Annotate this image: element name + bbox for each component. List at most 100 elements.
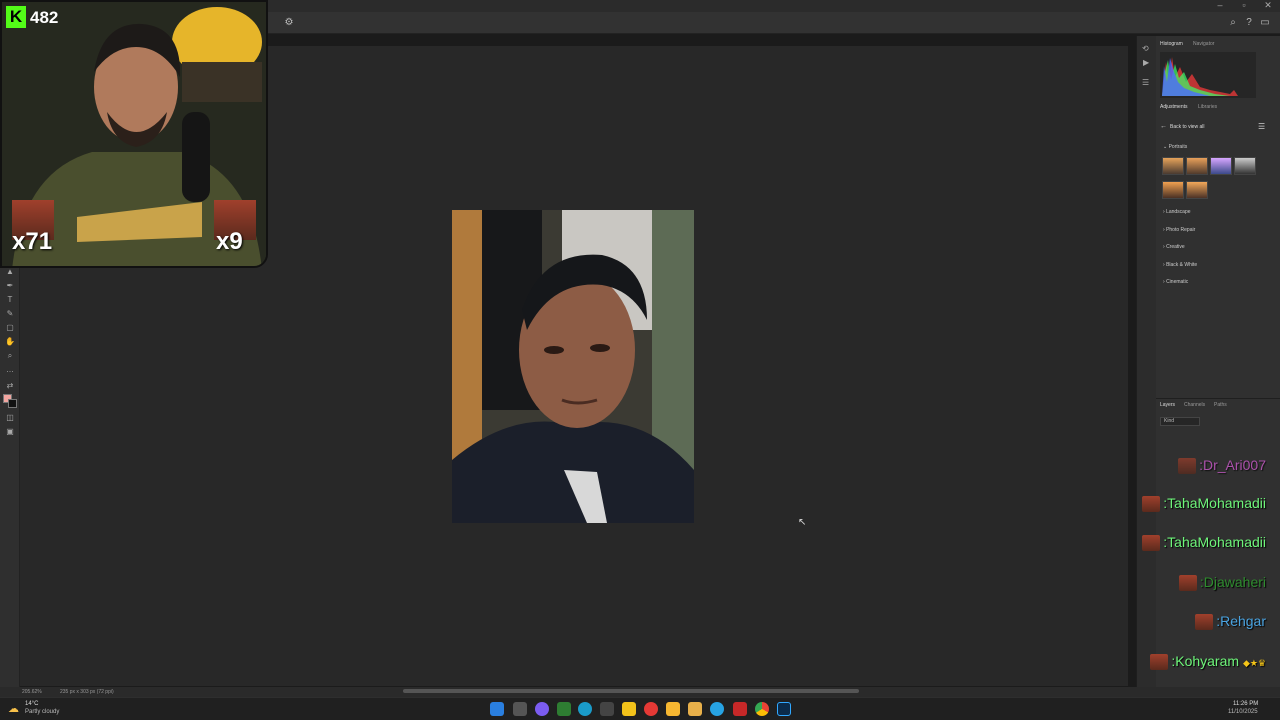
background-color-swatch[interactable] [8, 399, 17, 408]
minimize-icon[interactable]: – [1208, 0, 1232, 12]
back-to-view-all-link[interactable]: Back to view all [1170, 124, 1204, 130]
tab-adjustments[interactable]: Adjustments [1160, 104, 1188, 110]
kick-logo: K [6, 6, 26, 28]
clock-time[interactable]: 11:26 PM [1233, 701, 1258, 707]
badge-icons: ◆★♛ [1242, 658, 1266, 668]
chat-username: :TahaMohamadii [1163, 534, 1266, 550]
telegram-icon[interactable] [710, 702, 724, 716]
close-icon[interactable]: ✕ [1256, 0, 1280, 12]
document-image[interactable] [452, 210, 694, 523]
tab-channels[interactable]: Channels [1184, 402, 1205, 408]
menu-icon[interactable]: ☰ [1258, 122, 1265, 131]
group-label: Photo Repair [1166, 227, 1196, 233]
group-label: Black & White [1166, 262, 1198, 268]
type-tool-icon[interactable]: T [3, 294, 17, 306]
photoshop-icon[interactable] [777, 702, 791, 716]
edge-icon[interactable] [578, 702, 592, 716]
group-label: Cinematic [1166, 279, 1189, 285]
tab-libraries[interactable]: Libraries [1198, 104, 1217, 110]
media-icon[interactable] [644, 702, 658, 716]
tab-navigator[interactable]: Navigator [1193, 41, 1214, 47]
panel-divider [1156, 398, 1280, 399]
preset-thumbnail[interactable] [1234, 157, 1256, 175]
gear-icon[interactable]: ⚙ [282, 16, 296, 30]
pen-tool-icon[interactable]: ✒ [3, 280, 17, 292]
app-icon[interactable] [733, 702, 747, 716]
properties-icon[interactable]: ☰ [1142, 78, 1149, 87]
mouse-cursor-icon: ↖ [798, 517, 807, 528]
weather-desc[interactable]: Partly cloudy [25, 709, 59, 715]
chat-avatar [1142, 535, 1161, 552]
start-icon[interactable] [490, 702, 504, 716]
tab-histogram[interactable]: Histogram [1160, 41, 1183, 47]
chat-avatar [1178, 458, 1197, 475]
help-icon[interactable]: ? [1242, 16, 1256, 30]
history-icon[interactable]: ⟲ [1142, 44, 1149, 53]
zoom-tool-icon[interactable]: ⌕ [3, 350, 17, 362]
group-photo-repair[interactable]: › Photo Repair [1163, 227, 1195, 233]
chat-avatar [1195, 614, 1214, 631]
group-label: Landscape [1166, 209, 1191, 215]
taskbar: ☁ 14°C Partly cloudy 11:26 PM 11/10/2025 [0, 697, 1280, 720]
folder-icon[interactable] [688, 702, 702, 716]
quick-mask-icon[interactable]: ◫ [3, 412, 17, 424]
weather-icon: ☁ [8, 703, 19, 715]
play-action-icon[interactable]: ▶ [1143, 58, 1149, 67]
tab-paths[interactable]: Paths [1214, 402, 1227, 408]
swap-colors-icon[interactable]: ⇄ [3, 380, 17, 392]
hand-tool-icon[interactable]: ✋ [3, 336, 17, 348]
chat-message: :Rehgar [1195, 613, 1266, 631]
files-icon[interactable] [666, 702, 680, 716]
preset-thumbnail[interactable] [1186, 157, 1208, 175]
more-tools-icon[interactable]: … [3, 364, 17, 376]
group-cinematic[interactable]: › Cinematic [1163, 279, 1188, 285]
search-icon[interactable]: ⌕ [1226, 16, 1240, 30]
zoom-level[interactable]: 205.62% [22, 689, 42, 695]
chat-username: :Rehgar [1216, 613, 1266, 629]
chat-avatar [1142, 496, 1161, 513]
chat-avatar [1150, 654, 1169, 671]
chat-username: :Kohyaram [1171, 653, 1240, 669]
preset-thumbnail[interactable] [1186, 181, 1208, 199]
workspace-icon[interactable]: ▭ [1258, 16, 1272, 30]
chrome-icon[interactable] [755, 702, 769, 716]
group-label: Portraits [1168, 144, 1188, 150]
screen-mode-icon[interactable]: ▣ [3, 426, 17, 438]
group-creative[interactable]: › Creative [1163, 244, 1185, 250]
back-arrow-icon[interactable]: ← [1160, 123, 1167, 130]
weather-temp[interactable]: 14°C [25, 701, 38, 707]
group-landscape[interactable]: › Landscape [1163, 209, 1191, 215]
group-portraits[interactable]: ⌄ Portraits [1163, 144, 1187, 150]
chat-username: :TahaMohamadii [1163, 495, 1266, 511]
app-icon[interactable] [600, 702, 614, 716]
layer-filter-label: Kind [1164, 418, 1175, 424]
chat-message: :TahaMohamadii [1142, 495, 1266, 513]
group-black-white[interactable]: › Black & White [1163, 262, 1197, 268]
brush-tool-icon[interactable]: ✎ [3, 308, 17, 320]
preset-thumbnail[interactable] [1162, 181, 1184, 199]
emote-multiplier: x71 [12, 228, 53, 255]
chat-username: :Dr_Ari007 [1199, 457, 1266, 473]
chat-message: :TahaMohamadii [1142, 534, 1266, 552]
chat-message: :Dr_Ari007 [1178, 457, 1266, 475]
clock-date[interactable]: 11/10/2025 [1228, 709, 1258, 715]
preset-thumbnail[interactable] [1210, 157, 1232, 175]
group-label: Creative [1166, 244, 1185, 250]
horizontal-scrollbar[interactable] [403, 689, 859, 693]
notes-icon[interactable] [622, 702, 636, 716]
viewer-count: 482 [30, 8, 59, 27]
chat-message: :Kohyaram ◆★♛ [1150, 653, 1266, 671]
preset-thumbnail[interactable] [1162, 157, 1184, 175]
app-icon[interactable] [557, 702, 571, 716]
task-view-icon[interactable] [513, 702, 527, 716]
emote-multiplier: x9 [216, 228, 243, 255]
chat-avatar [1178, 575, 1197, 592]
maximize-icon[interactable]: ▫ [1232, 0, 1256, 12]
document-info[interactable]: 235 px x 303 px (72 ppi) [60, 689, 114, 695]
tab-layers[interactable]: Layers [1160, 402, 1175, 408]
shape-tool-icon[interactable]: ▢ [3, 322, 17, 334]
chat-username: :Djawaheri [1199, 574, 1266, 590]
chat-message: :Djawaheri [1178, 574, 1266, 592]
layer-filter-kind[interactable]: Kind [1160, 417, 1200, 426]
discord-icon[interactable] [535, 702, 549, 716]
